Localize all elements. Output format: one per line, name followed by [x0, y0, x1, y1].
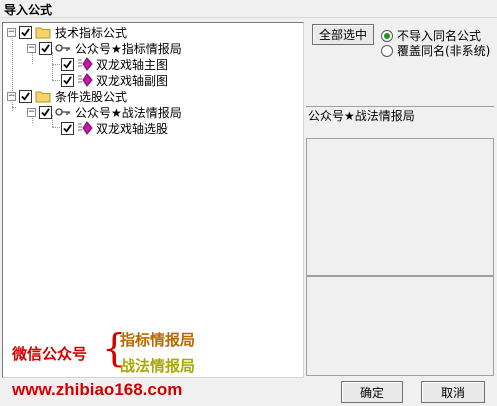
- tree-connector: [52, 80, 60, 81]
- watermark-url: www.zhibiao168.com: [12, 380, 183, 399]
- formula-file-icon: [78, 57, 93, 71]
- description-panel: [306, 138, 494, 276]
- formula-name-text: 公众号★战法情报局: [308, 109, 415, 123]
- leaf2-checkbox[interactable]: [61, 73, 74, 87]
- check-icon: [63, 75, 72, 85]
- window-title: 导入公式: [4, 3, 53, 17]
- leaf3-checkbox[interactable]: [61, 121, 74, 135]
- radio-overwrite-same-name[interactable]: 覆盖同名(非系统): [381, 42, 490, 59]
- check-icon: [21, 27, 30, 37]
- leaf1-label: 双龙戏轴主图: [96, 57, 169, 72]
- watermark-wechat: 微信公众号: [12, 345, 88, 363]
- tree-node-group2[interactable]: − 条件选股公式: [7, 88, 127, 104]
- collapse-toggle[interactable]: −: [7, 27, 16, 37]
- tree-connector: [52, 127, 60, 128]
- leaf2-label: 双龙戏轴副图: [96, 73, 169, 88]
- group1-label: 技术指标公式: [55, 25, 128, 40]
- group2-child-label: 公众号★战法情报局: [75, 105, 182, 120]
- formula-tree[interactable]: − 技术指标公式 − 公众号★指标情报局 双龙戏轴主图 双龙戏轴副图 − 条件选…: [2, 22, 304, 378]
- check-icon: [41, 43, 50, 53]
- group1-child-label: 公众号★指标情报局: [75, 41, 182, 56]
- tree-connector: [52, 64, 60, 65]
- folder-icon: [35, 91, 51, 102]
- key-icon: [55, 108, 70, 116]
- title-bar: 导入公式: [0, 0, 497, 18]
- folder-icon: [35, 27, 51, 38]
- radio-indicator[interactable]: [381, 29, 393, 42]
- leaf1-checkbox[interactable]: [61, 57, 74, 71]
- collapse-toggle[interactable]: −: [7, 91, 16, 101]
- check-icon: [21, 91, 30, 101]
- formula-name-display: 公众号★战法情报局: [306, 106, 494, 138]
- ok-button[interactable]: 确定: [341, 381, 403, 403]
- leaf3-label: 双龙戏轴选股: [96, 121, 169, 136]
- tree-node-leaf1[interactable]: 双龙戏轴主图: [61, 56, 168, 72]
- group1-child-checkbox[interactable]: [39, 41, 52, 55]
- radio2-label: 覆盖同名(非系统): [397, 44, 491, 58]
- select-all-button[interactable]: 全部选中: [312, 24, 374, 45]
- group2-checkbox[interactable]: [19, 89, 32, 103]
- cancel-button[interactable]: 取消: [421, 381, 485, 403]
- tree-node-leaf3[interactable]: 双龙戏轴选股: [61, 120, 168, 136]
- collapse-toggle[interactable]: −: [27, 107, 36, 117]
- tree-connector: [52, 52, 53, 80]
- tree-connector: [12, 107, 16, 108]
- watermark-line-top: 指标情报局: [120, 331, 196, 349]
- watermark-line-bottom: 战法情报局: [120, 357, 196, 375]
- parameter-panel: [306, 276, 494, 376]
- check-icon: [63, 123, 72, 133]
- tree-node-group1[interactable]: − 技术指标公式: [7, 24, 127, 40]
- check-icon: [41, 107, 50, 117]
- formula-file-icon: [78, 73, 93, 87]
- tree-node-group1-child[interactable]: − 公众号★指标情报局: [27, 40, 182, 56]
- group1-checkbox[interactable]: [19, 25, 32, 39]
- key-icon: [55, 44, 70, 52]
- collapse-toggle[interactable]: −: [27, 43, 36, 53]
- formula-file-icon: [78, 121, 93, 135]
- group2-label: 条件选股公式: [55, 89, 128, 104]
- tree-node-leaf2[interactable]: 双龙戏轴副图: [61, 72, 168, 88]
- tree-node-group2-child[interactable]: − 公众号★战法情报局: [27, 104, 182, 120]
- check-icon: [63, 59, 72, 69]
- group2-child-checkbox[interactable]: [39, 105, 52, 119]
- radio-indicator[interactable]: [381, 44, 393, 57]
